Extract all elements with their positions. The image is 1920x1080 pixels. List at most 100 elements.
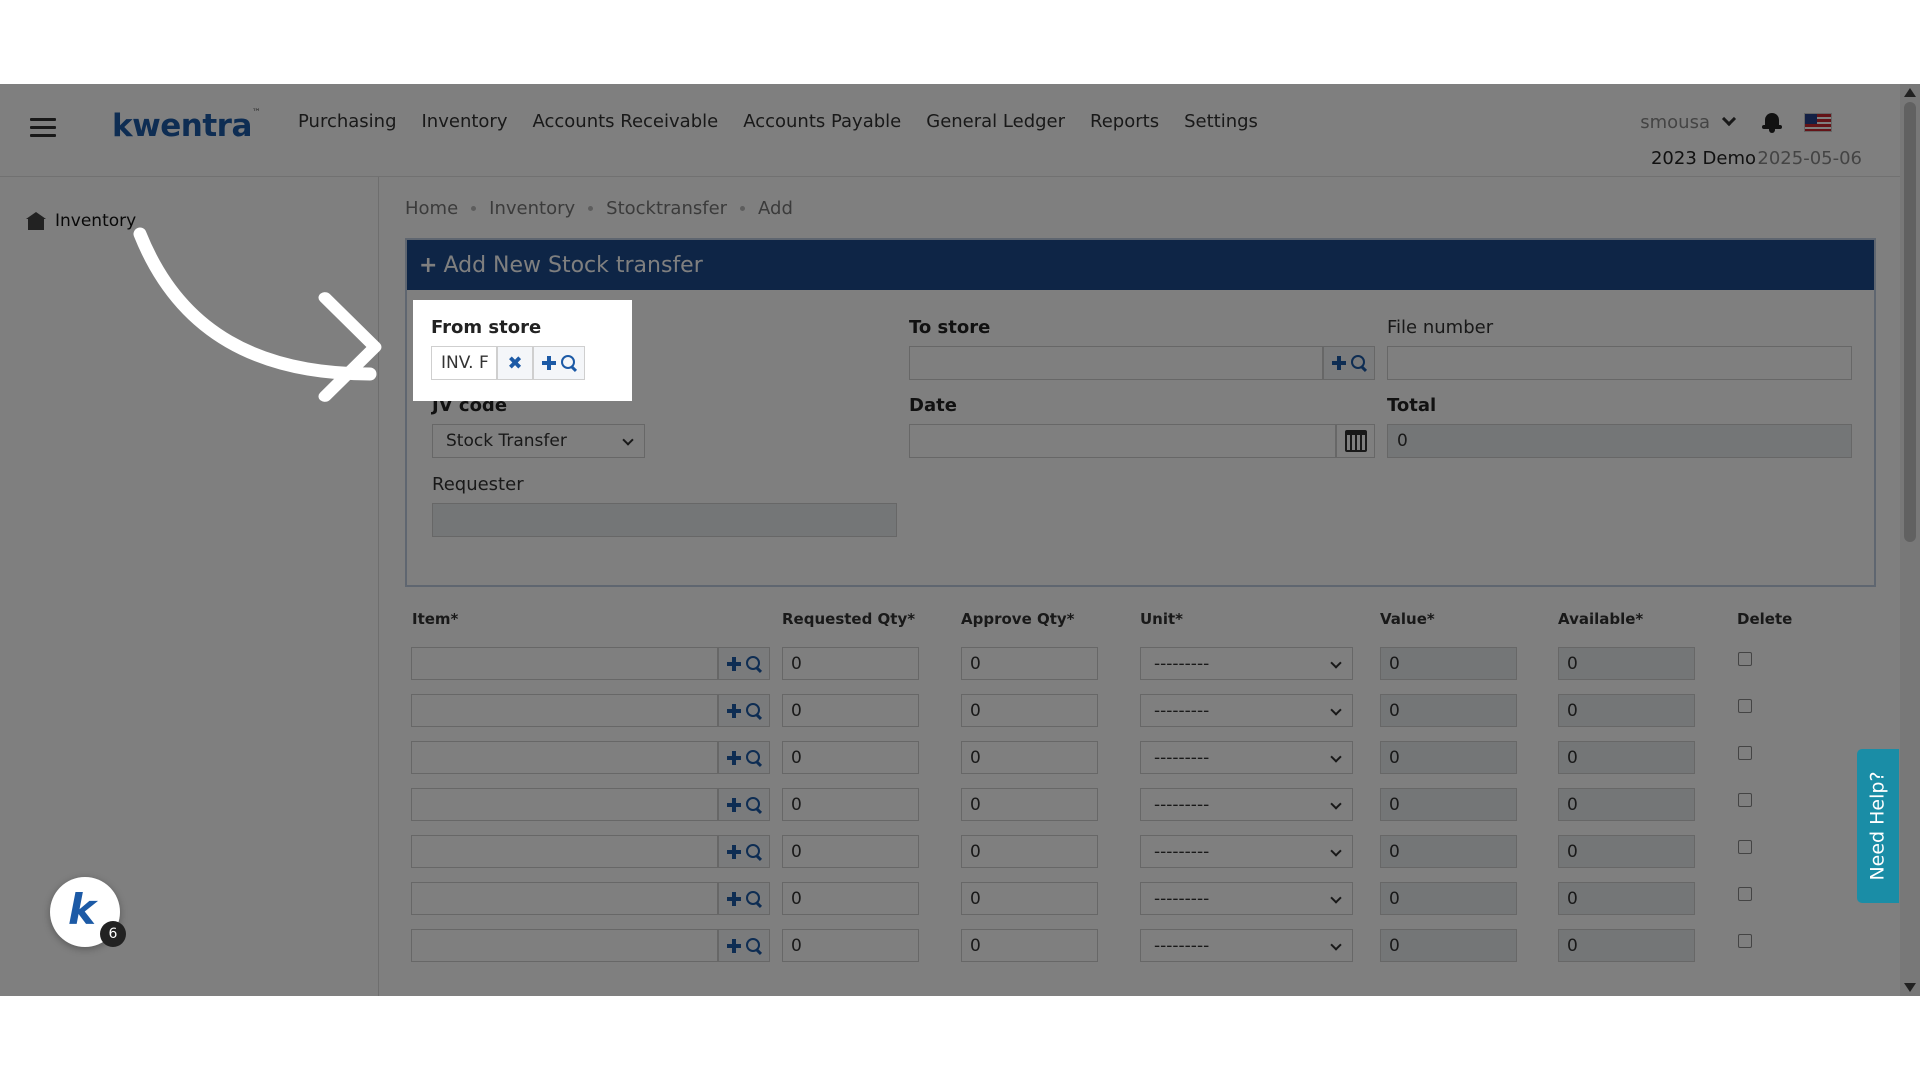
requested-qty-input[interactable]: 0	[782, 647, 919, 680]
scroll-thumb[interactable]	[1904, 102, 1916, 542]
breadcrumb-home[interactable]: Home	[405, 198, 458, 219]
nav-general-ledger[interactable]: General Ledger	[926, 111, 1065, 132]
item-input[interactable]	[411, 741, 718, 774]
value-input[interactable]: 0	[1380, 694, 1517, 727]
unit-select[interactable]: ---------	[1140, 694, 1353, 727]
plus-icon	[541, 356, 556, 370]
item-add-search-button[interactable]	[718, 882, 770, 915]
value-input[interactable]: 0	[1380, 929, 1517, 962]
nav-accounts-payable[interactable]: Accounts Payable	[743, 111, 901, 132]
approve-qty-input[interactable]: 0	[961, 882, 1098, 915]
available-input[interactable]: 0	[1558, 882, 1695, 915]
item-add-search-button[interactable]	[718, 647, 770, 680]
date-input[interactable]	[909, 424, 1336, 458]
date-picker-button[interactable]	[1336, 424, 1375, 458]
delete-checkbox[interactable]	[1738, 793, 1752, 807]
approve-qty-input[interactable]: 0	[961, 694, 1098, 727]
approve-qty-input[interactable]: 0	[961, 647, 1098, 680]
unit-select[interactable]: ---------	[1140, 835, 1353, 868]
to-store-add-search-button[interactable]	[1323, 346, 1375, 380]
chevron-down-icon[interactable]	[1721, 111, 1737, 127]
approve-qty-input[interactable]: 0	[961, 741, 1098, 774]
approve-qty-input[interactable]: 0	[961, 788, 1098, 821]
value-input[interactable]: 0	[1380, 882, 1517, 915]
bell-icon[interactable]	[1762, 111, 1782, 133]
item-add-search-button[interactable]	[718, 835, 770, 868]
approve-qty-input[interactable]: 0	[961, 929, 1098, 962]
value-input[interactable]: 0	[1380, 835, 1517, 868]
total-input[interactable]: 0	[1387, 424, 1852, 458]
available-input[interactable]: 0	[1558, 741, 1695, 774]
requested-qty-input[interactable]: 0	[782, 929, 919, 962]
scroll-down-icon[interactable]	[1904, 983, 1916, 992]
item-input[interactable]	[411, 647, 718, 680]
requested-qty-input[interactable]: 0	[782, 835, 919, 868]
column-header-approve-qty: Approve Qty*	[961, 610, 1075, 628]
sidebar-item-label: Inventory	[55, 211, 137, 231]
available-input[interactable]: 0	[1558, 647, 1695, 680]
value-input[interactable]: 0	[1380, 741, 1517, 774]
jv-code-value: Stock Transfer	[446, 431, 567, 451]
item-add-search-button[interactable]	[718, 694, 770, 727]
delete-checkbox[interactable]	[1738, 840, 1752, 854]
unit-select[interactable]: ---------	[1140, 741, 1353, 774]
requested-qty-input[interactable]: 0	[782, 788, 919, 821]
unit-select[interactable]: ---------	[1140, 929, 1353, 962]
item-add-search-button[interactable]	[718, 741, 770, 774]
item-input[interactable]	[411, 882, 718, 915]
breadcrumb-stocktransfer[interactable]: Stocktransfer	[606, 198, 727, 219]
available-input[interactable]: 0	[1558, 929, 1695, 962]
scroll-up-icon[interactable]	[1904, 88, 1916, 97]
us-flag-icon[interactable]	[1804, 112, 1832, 132]
item-add-search-button[interactable]	[718, 929, 770, 962]
nav-purchasing[interactable]: Purchasing	[298, 111, 397, 132]
delete-checkbox[interactable]	[1738, 699, 1752, 713]
item-input[interactable]	[411, 835, 718, 868]
requested-qty-input[interactable]: 0	[782, 694, 919, 727]
column-header-value: Value*	[1380, 610, 1435, 628]
breadcrumb-inventory[interactable]: Inventory	[489, 198, 575, 219]
file-number-input[interactable]	[1387, 346, 1852, 380]
item-add-search-button[interactable]	[718, 788, 770, 821]
available-input[interactable]: 0	[1558, 788, 1695, 821]
value-input[interactable]: 0	[1380, 788, 1517, 821]
item-input[interactable]	[411, 694, 718, 727]
requested-qty-input[interactable]: 0	[782, 741, 919, 774]
calendar-icon	[1344, 430, 1367, 452]
scrollbar[interactable]	[1900, 84, 1920, 996]
from-store-input[interactable]: INV. F	[431, 346, 497, 380]
delete-checkbox[interactable]	[1738, 887, 1752, 901]
kwentra-logo[interactable]: kwentra™	[112, 108, 261, 144]
to-store-input[interactable]	[909, 346, 1323, 380]
username[interactable]: smousa	[1640, 112, 1710, 133]
approve-qty-input[interactable]: 0	[961, 835, 1098, 868]
unit-select[interactable]: ---------	[1140, 647, 1353, 680]
item-input[interactable]	[411, 929, 718, 962]
delete-checkbox[interactable]	[1738, 746, 1752, 760]
sidebar-item-inventory[interactable]: Inventory	[26, 211, 136, 231]
column-header-requested-qty: Requested Qty*	[782, 610, 916, 628]
unit-select[interactable]: ---------	[1140, 882, 1353, 915]
nav-accounts-receivable[interactable]: Accounts Receivable	[532, 111, 718, 132]
nav-inventory[interactable]: Inventory	[422, 111, 508, 132]
jv-code-select[interactable]: Stock Transfer	[432, 424, 645, 458]
requested-qty-input[interactable]: 0	[782, 882, 919, 915]
stock-transfer-form: + Add New Stock transfer To store File n…	[405, 238, 1876, 587]
available-input[interactable]: 0	[1558, 835, 1695, 868]
delete-checkbox[interactable]	[1738, 934, 1752, 948]
kwentra-assistant-bubble[interactable]: k 6	[50, 877, 126, 947]
breadcrumb-separator	[740, 206, 746, 211]
available-input[interactable]: 0	[1558, 694, 1695, 727]
from-store-clear-button[interactable]: ✖	[497, 346, 533, 380]
user-menu[interactable]: smousa	[1640, 111, 1832, 133]
value-input[interactable]: 0	[1380, 647, 1517, 680]
unit-select[interactable]: ---------	[1140, 788, 1353, 821]
need-help-button[interactable]: Need Help?	[1857, 749, 1899, 903]
hamburger-menu-icon[interactable]	[30, 118, 56, 138]
from-store-add-search-button[interactable]	[533, 346, 585, 380]
nav-reports[interactable]: Reports	[1090, 111, 1159, 132]
item-input[interactable]	[411, 788, 718, 821]
delete-checkbox[interactable]	[1738, 652, 1752, 666]
requester-input[interactable]	[432, 503, 897, 537]
nav-settings[interactable]: Settings	[1184, 111, 1258, 132]
